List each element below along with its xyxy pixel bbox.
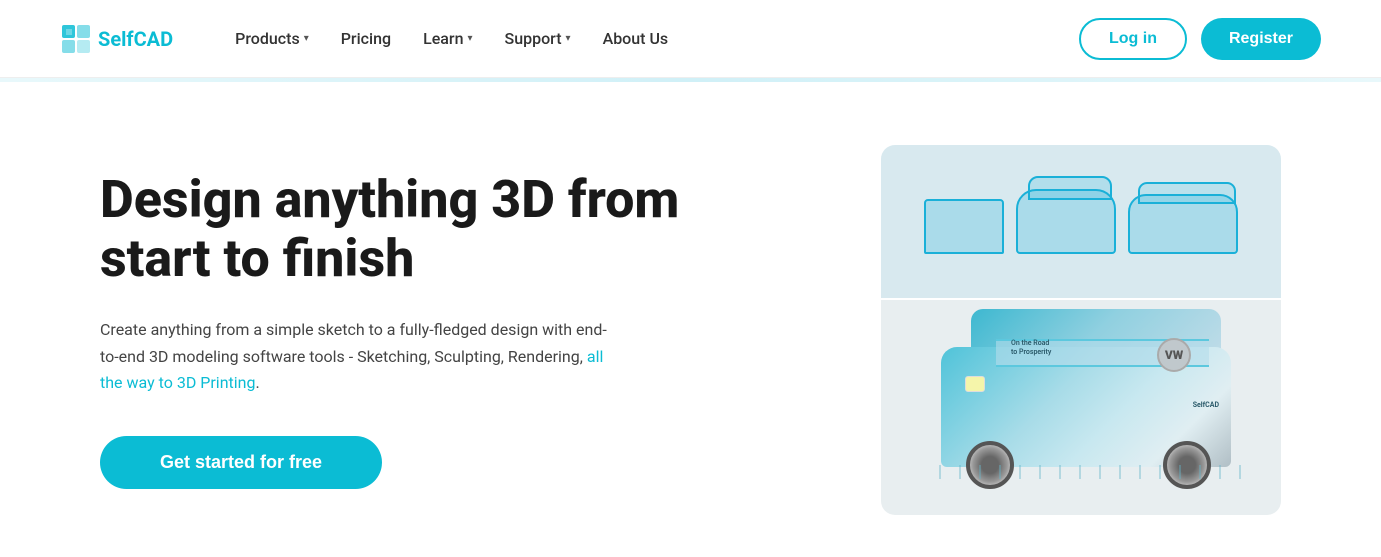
vw-bus-model: VW On the Road to Prosperity SelfCAD <box>921 307 1241 507</box>
wireframe-bus-side <box>1016 189 1116 254</box>
login-button[interactable]: Log in <box>1079 18 1187 60</box>
nav-pricing[interactable]: Pricing <box>329 21 403 56</box>
nav-links: Products ▾ Pricing Learn ▾ Support ▾ <box>223 21 680 56</box>
rendered-image: VW On the Road to Prosperity SelfCAD <box>881 300 1281 515</box>
register-button[interactable]: Register <box>1201 18 1321 60</box>
hero-section: Design anything 3D from start to finish … <box>0 82 1381 557</box>
logo-text: SelfCAD <box>98 27 173 51</box>
ground-grid <box>921 465 1241 479</box>
wireframe-bus-front <box>1128 194 1238 254</box>
bus-selfcad-label: SelfCAD <box>1193 401 1219 409</box>
hero-subtitle: Create anything from a simple sketch to … <box>100 317 620 396</box>
hero-image-area: VW On the Road to Prosperity SelfCAD <box>881 145 1281 515</box>
bus-headlight <box>965 376 985 392</box>
nav-learn[interactable]: Learn ▾ <box>411 21 484 56</box>
wireframe-models <box>914 179 1248 264</box>
cta-button[interactable]: Get started for free <box>100 436 382 489</box>
navbar-right: Log in Register <box>1079 18 1321 60</box>
navbar: SelfCAD Products ▾ Pricing Learn ▾ <box>0 0 1381 78</box>
bus-vw-badge: VW <box>1157 338 1191 372</box>
products-chevron-icon: ▾ <box>304 33 309 44</box>
bus-text: On the Road to Prosperity <box>1011 339 1051 357</box>
wireframe-image <box>881 145 1281 298</box>
learn-chevron-icon: ▾ <box>467 33 472 44</box>
nav-support[interactable]: Support ▾ <box>493 21 583 56</box>
hero-title: Design anything 3D from start to finish <box>100 170 700 290</box>
navbar-left: SelfCAD Products ▾ Pricing Learn ▾ <box>60 21 680 56</box>
wireframe-box-1 <box>924 199 1004 254</box>
support-chevron-icon: ▾ <box>566 33 571 44</box>
logo-link[interactable]: SelfCAD <box>60 23 173 55</box>
hero-content: Design anything 3D from start to finish … <box>100 170 700 490</box>
nav-about[interactable]: About Us <box>591 21 681 56</box>
vw-bus-scene: VW On the Road to Prosperity SelfCAD <box>881 300 1281 515</box>
logo-icon <box>60 23 92 55</box>
nav-products[interactable]: Products ▾ <box>223 21 321 56</box>
